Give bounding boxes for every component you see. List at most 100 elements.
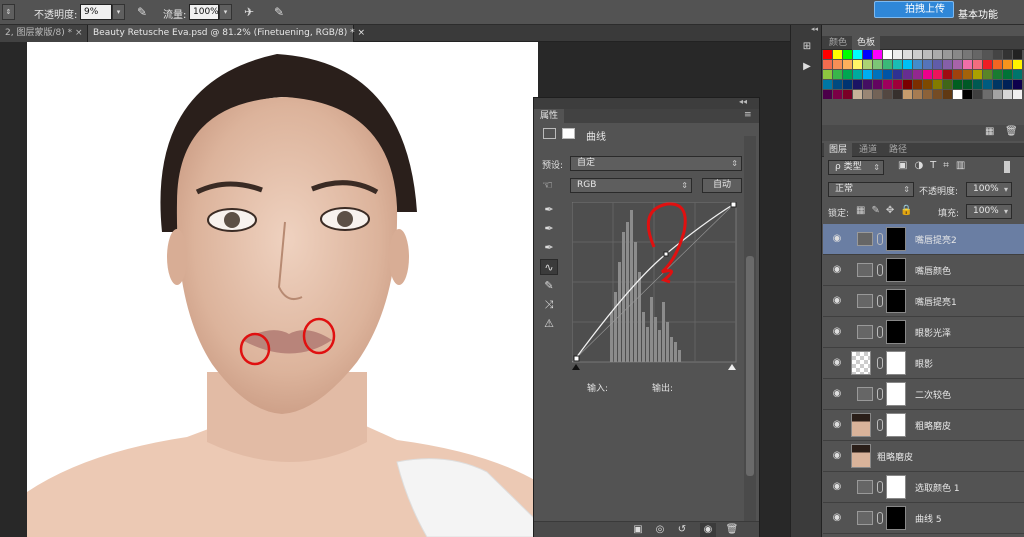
gray-point-eyedropper-icon[interactable]: ✒ bbox=[540, 221, 558, 237]
opacity-dropdown[interactable]: ▾ bbox=[112, 4, 125, 20]
swatch[interactable] bbox=[963, 80, 972, 89]
eye-icon[interactable]: ◉ bbox=[830, 451, 844, 461]
swatch[interactable] bbox=[913, 60, 922, 69]
layer-mask-thumbnail[interactable] bbox=[886, 506, 906, 530]
swatch[interactable] bbox=[843, 50, 852, 59]
layer-row[interactable]: ◉ 眼影 bbox=[823, 348, 1024, 379]
on-image-adjust-icon[interactable]: ☜ bbox=[542, 178, 553, 192]
swatch[interactable] bbox=[983, 80, 992, 89]
layer-row[interactable]: ◉ 选取颜色 1 bbox=[823, 472, 1024, 503]
tab-document-1[interactable]: 2, 图层蒙版/8) * × bbox=[0, 25, 88, 42]
selective-color-icon[interactable] bbox=[857, 387, 873, 401]
selective-color-icon[interactable] bbox=[857, 263, 873, 277]
swatch[interactable] bbox=[853, 70, 862, 79]
swatch[interactable] bbox=[823, 70, 832, 79]
tab-channels[interactable]: 通道 bbox=[854, 143, 882, 157]
layer-thumbnail[interactable] bbox=[851, 351, 871, 375]
swatch[interactable] bbox=[923, 90, 932, 99]
swatch[interactable] bbox=[893, 60, 902, 69]
panel-menu-icon[interactable]: ≡ bbox=[744, 110, 752, 120]
layer-row[interactable]: ◉ 嘴唇提亮2 bbox=[823, 224, 1024, 255]
curve-point[interactable] bbox=[730, 202, 737, 208]
curve-points-icon[interactable]: ∿ bbox=[540, 259, 558, 275]
swatch[interactable] bbox=[953, 80, 962, 89]
layer-thumbnail[interactable] bbox=[851, 413, 871, 437]
layer-name[interactable]: 曲线 5 bbox=[915, 512, 942, 525]
swatch[interactable] bbox=[893, 70, 902, 79]
view-previous-icon[interactable]: ◎ bbox=[652, 523, 668, 537]
collapse-icon[interactable]: ◂◂ bbox=[811, 25, 818, 33]
link-icon[interactable] bbox=[877, 264, 883, 276]
flow-dropdown[interactable]: ▾ bbox=[219, 4, 232, 20]
swatch[interactable] bbox=[873, 60, 882, 69]
document-canvas[interactable] bbox=[27, 42, 538, 537]
swatch[interactable] bbox=[953, 60, 962, 69]
swatch[interactable] bbox=[843, 90, 852, 99]
swatch[interactable] bbox=[973, 60, 982, 69]
swatch[interactable] bbox=[903, 50, 912, 59]
swatch[interactable] bbox=[973, 80, 982, 89]
swatch[interactable] bbox=[993, 90, 1002, 99]
tab-document-2[interactable]: Beauty Retusche Eva.psd @ 81.2% (Finetue… bbox=[88, 25, 365, 42]
layer-row[interactable]: ◉ 眼影光泽 bbox=[823, 317, 1024, 348]
filter-toggle[interactable] bbox=[1004, 161, 1010, 173]
flow-field[interactable]: 100% bbox=[189, 4, 219, 20]
swatch[interactable] bbox=[1013, 80, 1022, 89]
layer-mask-thumbnail[interactable] bbox=[886, 382, 906, 406]
swatch[interactable] bbox=[963, 70, 972, 79]
swatch[interactable] bbox=[863, 70, 872, 79]
layer-thumbnail[interactable] bbox=[851, 444, 871, 468]
swatch[interactable] bbox=[963, 50, 972, 59]
swatch[interactable] bbox=[883, 70, 892, 79]
swatch[interactable] bbox=[923, 60, 932, 69]
swatch[interactable] bbox=[1013, 50, 1022, 59]
smooth-curve-icon[interactable]: ⤨ bbox=[540, 297, 558, 313]
swatch[interactable] bbox=[983, 60, 992, 69]
swatch[interactable] bbox=[993, 80, 1002, 89]
curves-adjustment-icon[interactable] bbox=[857, 325, 873, 339]
upload-button[interactable]: 拍拽上传 bbox=[874, 1, 954, 18]
layer-mask-thumbnail[interactable] bbox=[886, 413, 906, 437]
eye-icon[interactable]: ◉ bbox=[700, 523, 716, 537]
swatch[interactable] bbox=[903, 90, 912, 99]
clipping-warning-icon[interactable]: ⚠ bbox=[540, 316, 558, 332]
tab-paths[interactable]: 路径 bbox=[884, 143, 912, 157]
curves-adjustment-icon[interactable] bbox=[857, 511, 873, 525]
channel-select[interactable]: RGB ⇕ bbox=[570, 178, 692, 193]
layer-name[interactable]: 嘴唇提亮1 bbox=[915, 295, 957, 308]
white-point-eyedropper-icon[interactable]: ✒ bbox=[540, 240, 558, 256]
close-icon[interactable]: × bbox=[357, 28, 365, 38]
link-icon[interactable] bbox=[877, 357, 883, 369]
layer-opacity-field[interactable]: 100% ▾ bbox=[966, 182, 1012, 197]
layer-mask-thumbnail[interactable] bbox=[886, 289, 906, 313]
layer-name[interactable]: 眼影 bbox=[915, 357, 933, 370]
swatch[interactable] bbox=[993, 70, 1002, 79]
swatch[interactable] bbox=[823, 90, 832, 99]
tab-properties[interactable]: 属性 bbox=[534, 109, 565, 123]
link-icon[interactable] bbox=[877, 388, 883, 400]
lock-icons[interactable]: ▦✎✥🔒 bbox=[856, 205, 919, 216]
swatch[interactable] bbox=[853, 50, 862, 59]
swatch[interactable] bbox=[1003, 70, 1012, 79]
swatch[interactable] bbox=[873, 80, 882, 89]
blend-mode-select[interactable]: 正常 ⇕ bbox=[828, 182, 914, 197]
swatch[interactable] bbox=[933, 50, 942, 59]
swatch[interactable] bbox=[883, 80, 892, 89]
swatch[interactable] bbox=[883, 90, 892, 99]
layer-name[interactable]: 选取颜色 1 bbox=[915, 481, 960, 494]
black-slider-icon[interactable] bbox=[572, 364, 580, 370]
swatch[interactable] bbox=[833, 80, 842, 89]
layer-name[interactable]: 粗略磨皮 bbox=[915, 419, 951, 432]
layer-row[interactable]: ◉ 曲线 5 bbox=[823, 503, 1024, 534]
reset-icon[interactable]: ↺ bbox=[674, 523, 690, 537]
eye-icon[interactable]: ◉ bbox=[830, 327, 844, 337]
swatch[interactable] bbox=[903, 60, 912, 69]
collapse-icon[interactable]: ◂◂ bbox=[739, 97, 747, 106]
swatch[interactable] bbox=[883, 50, 892, 59]
link-icon[interactable] bbox=[877, 481, 883, 493]
selective-color-icon[interactable] bbox=[857, 480, 873, 494]
swatch[interactable] bbox=[973, 70, 982, 79]
trash-icon[interactable]: 🗑 bbox=[724, 523, 740, 537]
swatch[interactable] bbox=[983, 90, 992, 99]
curve-point[interactable] bbox=[573, 355, 580, 362]
